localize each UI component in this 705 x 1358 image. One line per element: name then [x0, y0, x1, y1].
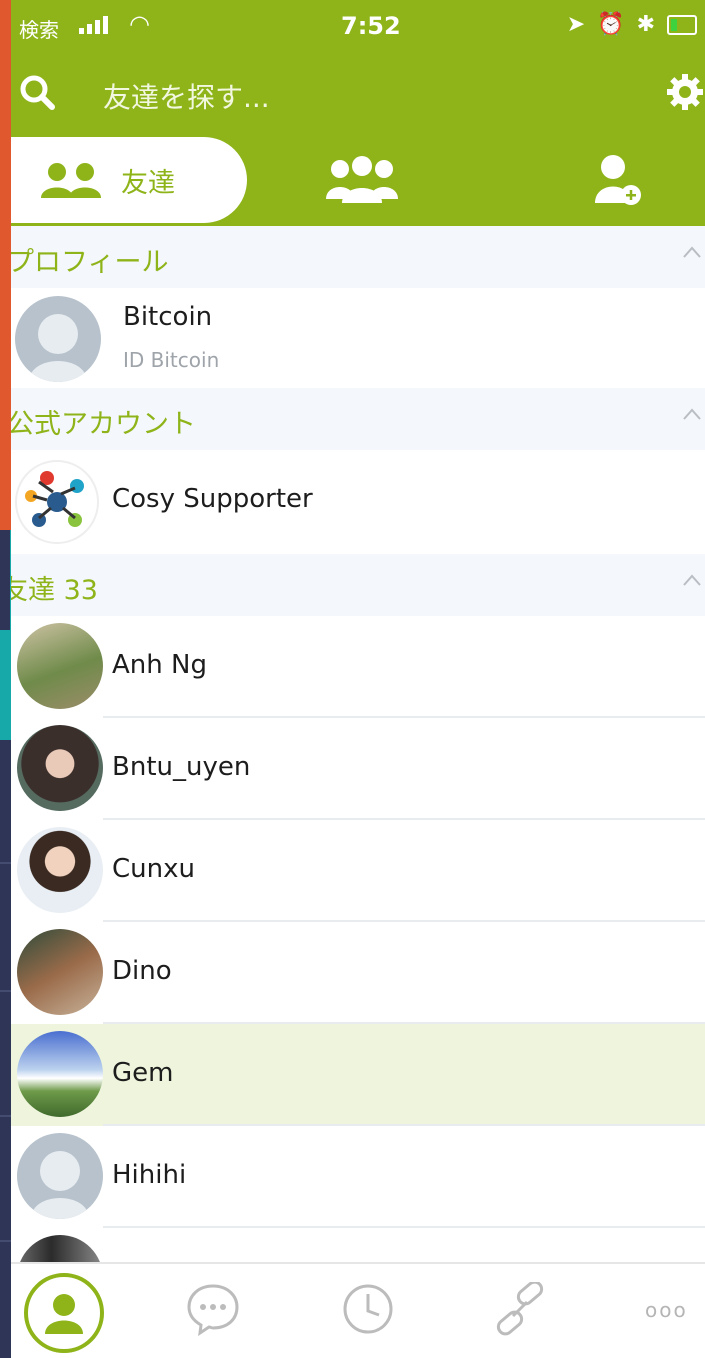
- chevron-up-icon[interactable]: [683, 408, 701, 420]
- search-icon[interactable]: [17, 72, 57, 112]
- wifi-icon: ◠: [129, 10, 150, 38]
- avatar: [17, 1235, 103, 1262]
- tab-friends[interactable]: 友達: [11, 137, 247, 223]
- section-title: 友達 33: [11, 575, 98, 606]
- logo-icon: [25, 471, 84, 527]
- section-title: プロフィール: [11, 247, 169, 278]
- friend-name: Hihihi: [112, 1160, 187, 1190]
- profile-row[interactable]: Bitcoin ID Bitcoin: [11, 288, 705, 388]
- avatar: [17, 1133, 103, 1219]
- location-icon: ➤: [566, 12, 586, 37]
- friend-name: Gem: [112, 1058, 174, 1088]
- avatar: [17, 929, 103, 1015]
- official-logo: [15, 460, 99, 544]
- clock: 7:52: [341, 12, 401, 40]
- section-friends-header[interactable]: 友達 33: [11, 554, 705, 616]
- official-name: Cosy Supporter: [112, 484, 313, 514]
- avatar: [15, 296, 101, 382]
- friend-name: Dino: [112, 956, 172, 986]
- default-avatar-icon: [29, 314, 87, 382]
- status-icons: ➤ ⏰ ✱: [567, 12, 697, 37]
- profile-name: Bitcoin: [123, 302, 213, 332]
- avatar: [17, 1031, 103, 1117]
- header: 検索 ◠ 7:52 ➤ ⏰ ✱ 友達を探す... 友達: [11, 0, 705, 226]
- link-icon[interactable]: [493, 1282, 547, 1336]
- signal-icon: [79, 14, 108, 34]
- table-row[interactable]: Hihihi: [11, 1126, 705, 1228]
- section-title: 公式アカウント: [11, 409, 196, 440]
- default-avatar-icon: [31, 1151, 89, 1219]
- chevron-up-icon[interactable]: [683, 246, 701, 258]
- avatar: [17, 725, 103, 811]
- tab-friends-label: 友達: [121, 167, 175, 199]
- table-row[interactable]: Gem: [11, 1024, 705, 1126]
- search-bar[interactable]: 友達を探す...: [11, 62, 705, 122]
- avatar: [17, 623, 103, 709]
- section-profile-header[interactable]: プロフィール: [11, 226, 705, 288]
- add-friend-icon[interactable]: [593, 153, 643, 207]
- decor-dark: [0, 530, 10, 630]
- table-row[interactable]: Bntu_uyen: [11, 718, 705, 820]
- list-item[interactable]: Cosy Supporter: [11, 450, 705, 554]
- profile-id: ID Bitcoin: [123, 348, 220, 372]
- friend-name: Bntu_uyen: [112, 752, 251, 782]
- bottom-tab-bar: ooo: [11, 1262, 705, 1358]
- chat-icon[interactable]: [186, 1282, 240, 1336]
- tab-groups[interactable]: [326, 155, 398, 205]
- table-row[interactable]: [11, 1228, 705, 1262]
- section-official-header[interactable]: 公式アカウント: [11, 388, 705, 450]
- gear-icon[interactable]: [665, 72, 705, 112]
- table-row[interactable]: Anh Ng: [11, 616, 705, 718]
- decor-orange: [0, 0, 11, 530]
- friends-icon: [41, 163, 101, 198]
- bluetooth-icon: ✱: [636, 12, 655, 37]
- clock-icon[interactable]: [341, 1282, 395, 1336]
- search-input[interactable]: 友達を探す...: [103, 76, 270, 116]
- carrier-label: 検索: [19, 18, 59, 42]
- avatar: [17, 827, 103, 913]
- friends-screen: 検索 ◠ 7:52 ➤ ⏰ ✱ 友達を探す... 友達 プロフィール Bitco…: [11, 0, 705, 1358]
- top-tabs: 友達: [11, 137, 705, 226]
- friend-name: Cunxu: [112, 854, 195, 884]
- table-row[interactable]: Cunxu: [11, 820, 705, 922]
- more-menu-button[interactable]: ooo: [645, 1298, 688, 1322]
- status-bar: 検索 ◠ 7:52 ➤ ⏰ ✱: [11, 8, 705, 48]
- battery-icon: [667, 15, 697, 35]
- chevron-up-icon[interactable]: [683, 574, 701, 586]
- friend-name: Anh Ng: [112, 650, 207, 680]
- alarm-icon: ⏰: [597, 12, 625, 37]
- tab-contacts[interactable]: [23, 1272, 105, 1354]
- table-row[interactable]: Dino: [11, 922, 705, 1024]
